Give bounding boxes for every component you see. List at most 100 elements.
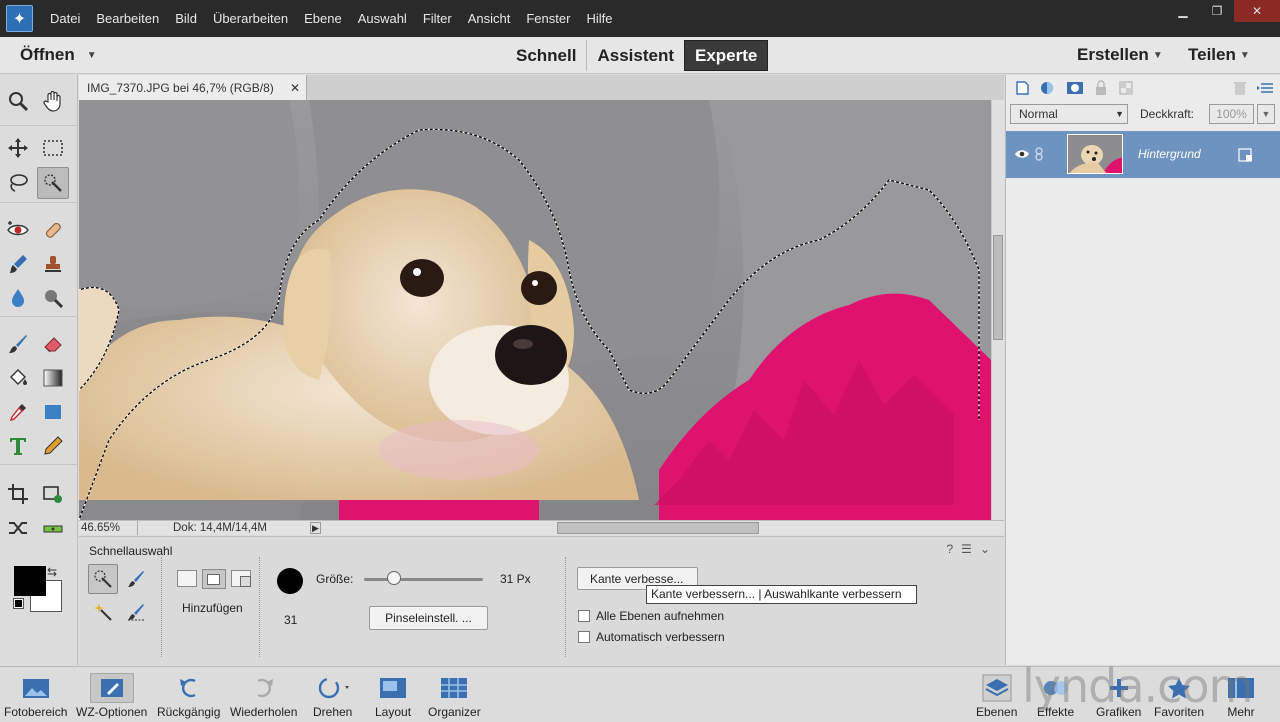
opacity-field[interactable]: 100%: [1209, 104, 1254, 124]
smart-brush-tool-icon[interactable]: [2, 248, 34, 280]
healing-brush-tool-icon[interactable]: [37, 214, 69, 246]
subtract-selection-mode-icon[interactable]: [231, 570, 251, 587]
document-tab[interactable]: IMG_7370.JPG bei 46,7% (RGB/8) ✕: [79, 75, 307, 100]
restore-icon[interactable]: ❐: [1200, 0, 1234, 22]
lock-transparency-icon[interactable]: [1118, 80, 1134, 96]
pencil-tool-icon[interactable]: [37, 430, 69, 462]
menu-datei[interactable]: Datei: [42, 11, 88, 26]
toolgroup-draw: [0, 318, 78, 465]
checkbox-box[interactable]: [578, 631, 590, 643]
minimize-icon[interactable]: ▁: [1166, 0, 1200, 22]
tab-assistent[interactable]: Assistent: [586, 40, 684, 71]
text-tool-icon[interactable]: [2, 430, 34, 462]
layout-label: Layout: [375, 705, 412, 719]
menu-ebene[interactable]: Ebene: [296, 11, 350, 26]
undo-button[interactable]: Rückgängig: [157, 673, 220, 719]
layer-mask-icon[interactable]: [1066, 80, 1084, 96]
menu-bearbeiten[interactable]: Bearbeiten: [88, 11, 167, 26]
content-aware-move-tool-icon[interactable]: [2, 512, 34, 544]
organizer-button[interactable]: Organizer: [428, 673, 481, 719]
menu-fenster[interactable]: Fenster: [518, 11, 578, 26]
layout-icon: [378, 673, 408, 703]
rotate-button[interactable]: Drehen: [313, 673, 352, 719]
trash-icon[interactable]: [1232, 80, 1248, 96]
checkbox-auto-enhance[interactable]: Automatisch verbessern: [578, 630, 725, 644]
hand-tool-icon[interactable]: [37, 85, 69, 117]
vertical-scrollbar[interactable]: [991, 100, 1004, 520]
selection-brush-icon[interactable]: [121, 564, 151, 594]
chevron-down-icon: ▼: [86, 49, 97, 61]
shape-tool-icon[interactable]: [37, 396, 69, 428]
add-selection-mode-icon[interactable]: [202, 569, 226, 589]
eraser-tool-icon[interactable]: [37, 328, 69, 360]
adjustment-layer-icon[interactable]: [1039, 80, 1057, 96]
link-icon[interactable]: [1034, 147, 1044, 161]
window-controls: ▁ ❐ ✕: [1166, 0, 1280, 22]
new-selection-mode-icon[interactable]: [177, 570, 197, 587]
layers-button[interactable]: Ebenen: [976, 673, 1017, 719]
layer-row-background[interactable]: Hintergrund: [1006, 131, 1280, 178]
checkbox-all-layers[interactable]: Alle Ebenen aufnehmen: [578, 609, 724, 623]
quick-selection-mode-icon[interactable]: [88, 564, 118, 594]
clone-stamp-tool-icon[interactable]: [37, 248, 69, 280]
zoom-tool-icon[interactable]: [2, 85, 34, 117]
chevron-down-icon: ▼: [1239, 49, 1250, 61]
collapse-chevron-icon[interactable]: ⌄: [980, 542, 990, 556]
panel-menu-icon[interactable]: [1257, 80, 1275, 96]
recompose-tool-icon[interactable]: [37, 478, 69, 510]
default-colors-icon[interactable]: [13, 598, 24, 609]
straighten-tool-icon[interactable]: [37, 512, 69, 544]
redo-button[interactable]: Wiederholen: [230, 673, 297, 719]
menu-ansicht[interactable]: Ansicht: [460, 11, 519, 26]
blur-tool-icon[interactable]: [2, 282, 34, 314]
menu-ueberarbeiten[interactable]: Überarbeiten: [205, 11, 296, 26]
sponge-tool-icon[interactable]: [37, 282, 69, 314]
paint-bucket-tool-icon[interactable]: [2, 362, 34, 394]
gradient-tool-icon[interactable]: [37, 362, 69, 394]
eyedropper-tool-icon[interactable]: [2, 396, 34, 428]
share-button[interactable]: Teilen ▼: [1188, 45, 1250, 65]
image-canvas[interactable]: [79, 100, 991, 520]
menu-bild[interactable]: Bild: [167, 11, 205, 26]
menu-hilfe[interactable]: Hilfe: [578, 11, 620, 26]
blend-mode-select[interactable]: Normal ▼: [1010, 104, 1128, 124]
crop-tool-icon[interactable]: [2, 478, 34, 510]
menu-filter[interactable]: Filter: [415, 11, 460, 26]
help-icon[interactable]: ?: [946, 542, 953, 556]
opacity-dropdown-icon[interactable]: ▼: [1257, 104, 1275, 124]
status-menu-arrow-icon[interactable]: ▶: [310, 522, 321, 534]
marquee-tool-icon[interactable]: [37, 132, 69, 164]
menu-auswahl[interactable]: Auswahl: [350, 11, 415, 26]
size-slider[interactable]: [364, 578, 483, 581]
lasso-tool-icon[interactable]: [2, 167, 34, 199]
tool-options-button[interactable]: WZ-Optionen: [76, 673, 147, 719]
red-eye-tool-icon[interactable]: [2, 214, 34, 246]
mode-bar: Öffnen ▼ Schnell Assistent Experte Erste…: [0, 37, 1280, 74]
tab-experte[interactable]: Experte: [684, 40, 769, 71]
refine-selection-brush-icon[interactable]: [121, 597, 151, 627]
lock-icon[interactable]: [1093, 79, 1109, 96]
photo-bin-button[interactable]: Fotobereich: [4, 673, 67, 719]
zoom-level[interactable]: 46.65%: [81, 521, 120, 535]
photo-bin-icon: [21, 673, 51, 703]
quick-selection-tool-icon[interactable]: [37, 167, 69, 199]
magic-wand-icon[interactable]: [88, 597, 118, 627]
create-button[interactable]: Erstellen ▼: [1077, 45, 1163, 65]
open-button[interactable]: Öffnen ▼: [20, 45, 97, 65]
move-tool-icon[interactable]: [2, 132, 34, 164]
checkbox-box[interactable]: [578, 610, 590, 622]
swap-colors-icon[interactable]: ⇆: [47, 565, 57, 579]
layout-button[interactable]: Layout: [375, 673, 411, 719]
brush-settings-button[interactable]: Pinseleinstell. ...: [369, 606, 488, 630]
eye-visibility-icon[interactable]: [1014, 148, 1030, 160]
close-icon[interactable]: ✕: [290, 81, 300, 95]
tool-options-panel: Schnellauswahl ? ☰ ⌄ Hinzufügen 31 Größe…: [79, 536, 1004, 665]
new-layer-icon[interactable]: [1014, 80, 1030, 96]
tab-schnell[interactable]: Schnell: [506, 40, 586, 71]
size-slider-knob[interactable]: [386, 571, 401, 585]
close-window-icon[interactable]: ✕: [1234, 0, 1280, 22]
horizontal-scroll-thumb[interactable]: [557, 522, 759, 534]
vertical-scroll-thumb[interactable]: [993, 235, 1003, 340]
panel-menu-icon[interactable]: ☰: [961, 542, 972, 556]
brush-tool-icon[interactable]: [2, 328, 34, 360]
